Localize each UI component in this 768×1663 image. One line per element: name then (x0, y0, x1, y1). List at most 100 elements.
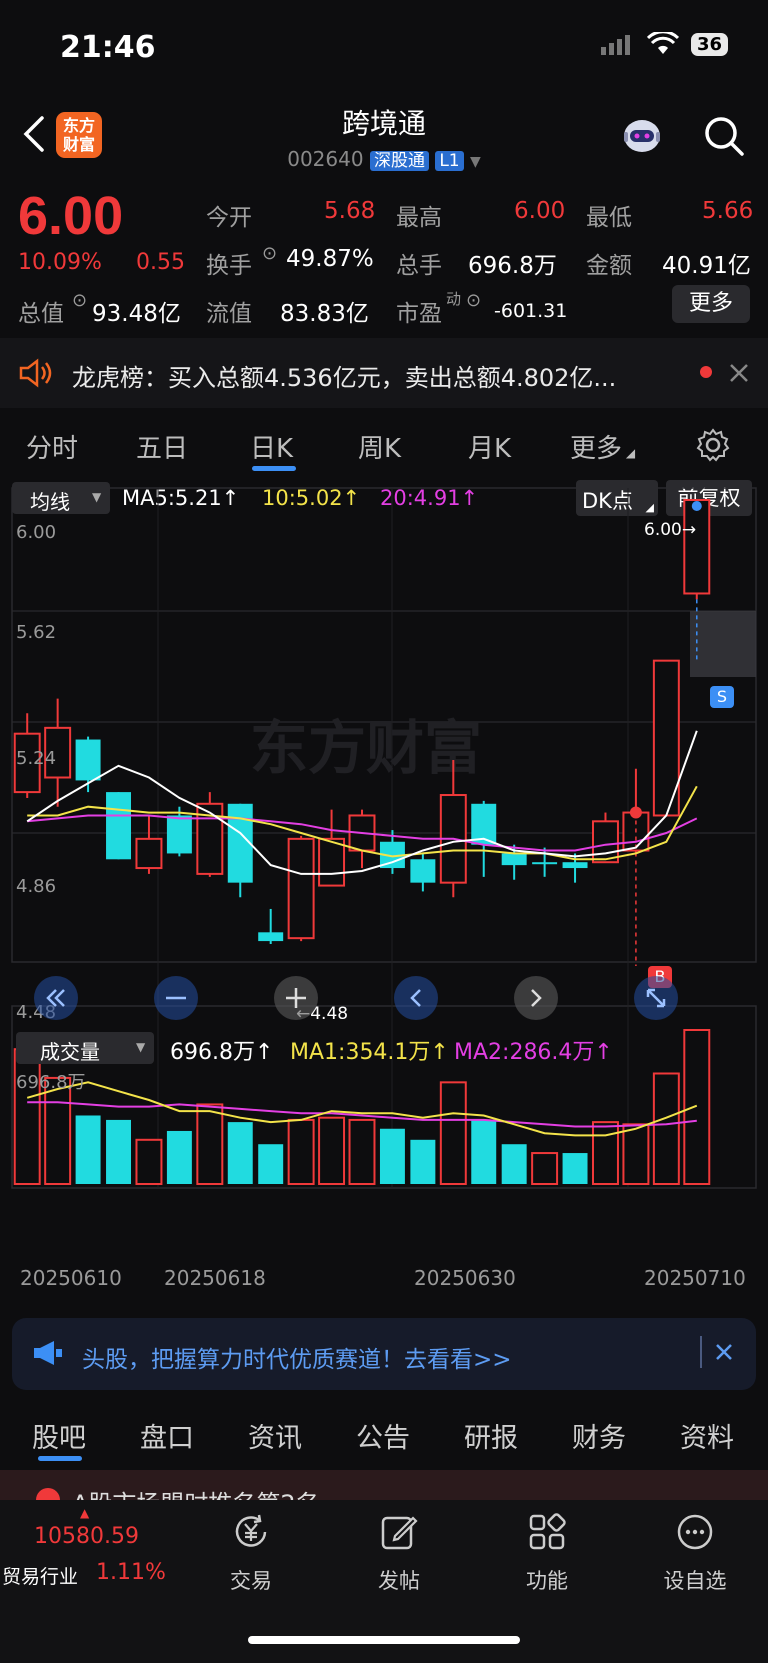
candle-body (135, 837, 163, 870)
tab-research[interactable]: 研报 (464, 1416, 518, 1455)
settings-gear-icon[interactable] (696, 428, 730, 462)
turnover-value: 49.87% (286, 246, 374, 272)
volume-bar (227, 1122, 253, 1184)
date-label-3: 20250630 (414, 1266, 516, 1290)
volume-bar (683, 1029, 711, 1185)
more-button[interactable]: 更多 (672, 285, 750, 323)
nav-function[interactable]: 功能 (492, 1512, 602, 1595)
date-label-1: 20250610 (20, 1266, 122, 1290)
index-percent: 1.11% (96, 1560, 166, 1585)
stock-code: 002640 (287, 147, 364, 171)
volume-selector[interactable]: 成交量 ▼ (16, 1032, 154, 1064)
tab-profile[interactable]: 资料 (680, 1416, 734, 1455)
volume-max-label: 696.8万 (16, 1072, 86, 1093)
y-label-3: 5.24 (16, 748, 57, 769)
grid-apps-icon (529, 1513, 566, 1550)
volume-bar (592, 1121, 619, 1186)
tab-five-day[interactable]: 五日 (136, 428, 188, 465)
volume-bar (75, 1115, 101, 1184)
zoom-in-button[interactable] (274, 976, 318, 1020)
nav-function-label: 功能 (526, 1569, 568, 1593)
volume-bar (652, 1072, 680, 1185)
buy-dot (629, 806, 642, 819)
tab-announcements[interactable]: 公告 (356, 1416, 410, 1455)
search-icon[interactable] (702, 114, 746, 158)
kline-chart[interactable]: 东方财富 (0, 478, 768, 1308)
info-dots-icon[interactable]: ⊙ (72, 290, 87, 311)
close-icon[interactable] (728, 362, 750, 384)
index-value[interactable]: 10580.59 (34, 1524, 139, 1549)
move-left-button[interactable] (394, 976, 438, 1020)
tab-guba[interactable]: 股吧 (32, 1416, 86, 1455)
connect-tag: 深股通 (369, 151, 429, 171)
amount-value: 40.91亿 (662, 253, 751, 279)
volume-bar (166, 1130, 192, 1184)
watermark: 东方财富 (250, 714, 482, 782)
volume-label: 总手 (396, 253, 442, 279)
nav-post[interactable]: 发帖 (344, 1512, 454, 1595)
status-icons: 36 (600, 32, 728, 56)
date-label-4: 20250710 (644, 1266, 746, 1290)
nav-trade[interactable]: 交易 (196, 1512, 306, 1595)
nav-post-label: 发帖 (378, 1569, 420, 1593)
tab-news[interactable]: 资讯 (248, 1416, 302, 1455)
high-label: 最高 (396, 205, 442, 231)
sell-marker[interactable]: S (710, 686, 734, 708)
volume-bar (562, 1153, 588, 1184)
candle-body (410, 859, 436, 883)
tab-more[interactable]: 更多 ◢ (570, 428, 635, 465)
battery-icon: 36 (690, 32, 728, 56)
candle-body (75, 739, 101, 781)
pe-superscript: 动 (446, 290, 462, 308)
pe-info-icon[interactable]: ⊙ (466, 290, 481, 311)
tab-daily-k[interactable]: 日K (250, 428, 293, 465)
tab-order-book[interactable]: 盘口 (140, 1416, 194, 1455)
highlight-band (690, 611, 756, 677)
turnover-label: 换手 (206, 253, 252, 279)
wifi-icon (646, 32, 679, 54)
volume-bar (348, 1118, 376, 1185)
chevron-left-icon (410, 989, 421, 1007)
vol-ma2-legend: MA2:286.4万↑ (454, 1040, 613, 1065)
y-label-4: 4.86 (16, 876, 57, 897)
tab-finance[interactable]: 财务 (572, 1416, 626, 1455)
tab-more-label: 更多 (570, 434, 623, 464)
assistant-robot-icon[interactable] (618, 112, 666, 160)
candle-body (106, 792, 131, 860)
tab-intraday[interactable]: 分时 (26, 428, 78, 465)
zoom-out-button[interactable] (154, 976, 198, 1020)
megaphone-icon (34, 1341, 62, 1365)
volume-bar (287, 1118, 315, 1185)
home-indicator[interactable] (248, 1636, 520, 1644)
double-chevron-left-icon (46, 989, 65, 1007)
expand-icon (646, 988, 666, 1008)
trade-yen-icon (235, 1514, 267, 1547)
candle-body (592, 820, 619, 864)
change-percent: 10.09% (18, 250, 102, 275)
volume-bar (410, 1139, 436, 1184)
move-right-button[interactable] (514, 976, 558, 1020)
promo-text[interactable]: 头股，把握算力时代优质赛道！去看看>> (82, 1340, 512, 1374)
active-tab-indicator (252, 466, 296, 471)
dropdown-icon: ▼ (469, 154, 481, 170)
more-dots-icon[interactable]: ⊙ (262, 243, 277, 264)
rewind-button[interactable] (34, 976, 78, 1020)
date-label-2: 20250618 (164, 1266, 266, 1290)
tab-monthly-k[interactable]: 月K (468, 428, 511, 465)
nav-watchlist[interactable]: 设自选 (640, 1512, 750, 1595)
high-dot (691, 501, 702, 511)
pe-value: -601.31 (494, 300, 568, 322)
index-name[interactable]: 贸易行业 (2, 1562, 78, 1589)
y-label-top: 6.00 (16, 522, 57, 543)
volume-legend: 696.8万↑ (170, 1040, 274, 1065)
pe-label: 市盈 (396, 301, 442, 327)
volume-value: 696.8万 (468, 253, 557, 279)
close-icon[interactable] (714, 1342, 734, 1362)
low-label: 最低 (586, 205, 632, 231)
volume-bar (379, 1128, 405, 1184)
candle-body (287, 837, 315, 940)
fullscreen-button[interactable] (634, 976, 678, 1020)
tab-weekly-k[interactable]: 周K (358, 428, 401, 465)
volume-bar (318, 1116, 346, 1185)
candle-body (258, 932, 284, 942)
